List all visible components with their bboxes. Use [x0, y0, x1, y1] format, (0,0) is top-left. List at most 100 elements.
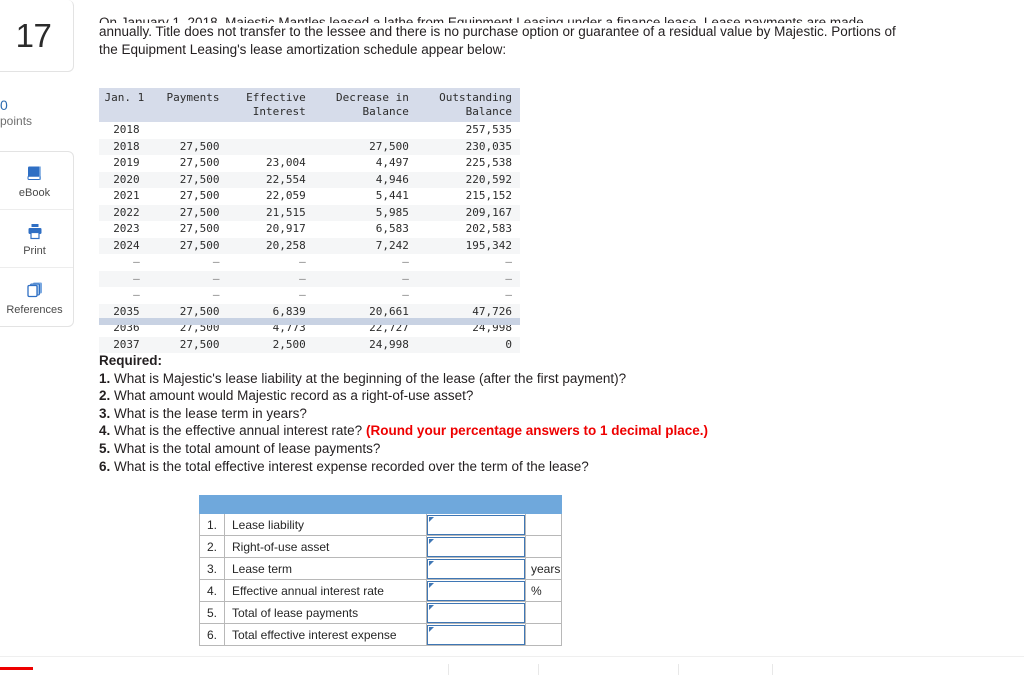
lease-liability-input[interactable] [427, 515, 525, 535]
cell-jan1: 2020 [99, 171, 150, 188]
required-item-6-number: 6. [99, 458, 111, 474]
effective-annual-interest-rate-input[interactable] [427, 581, 525, 601]
table-row: 2019 27,500 23,004 4,497 225,538 [99, 155, 520, 172]
progress-indicator [0, 667, 33, 670]
cell-decrease: 6,583 [375, 222, 409, 235]
answer-row-2-label: Right-of-use asset [224, 535, 427, 558]
cell-outstanding: 215,152 [465, 189, 512, 202]
cell-payments: — [212, 255, 220, 268]
bottom-toolbar [0, 656, 1024, 675]
required-item-5-text: What is the total amount of lease paymen… [114, 440, 381, 456]
cell-effective-interest: 20,917 [265, 222, 306, 235]
right-of-use-asset-input[interactable] [427, 537, 525, 557]
cell-payments: 27,500 [149, 171, 228, 188]
cell-decrease: — [402, 288, 409, 301]
rounding-note: (Round your percentage answers to 1 deci… [365, 423, 709, 439]
toolbar-divider [772, 664, 773, 675]
table-row: 2022 27,500 21,515 5,985 209,167 [99, 204, 520, 221]
copy-pages-icon [25, 279, 45, 301]
stem-line-2: annually. Title does not transfer to the… [99, 24, 896, 39]
ebook-button[interactable]: eBook [0, 152, 73, 210]
required-item-6: 6. What is the total effective interest … [99, 458, 879, 476]
required-item-2: 2. What amount would Majestic record as … [99, 387, 879, 405]
question-sidebar: 17 0 points eBook Print References [0, 0, 74, 327]
cell-jan1: — [133, 255, 140, 268]
table-row: 2024 27,500 20,258 7,242 195,342 [99, 237, 520, 254]
cell-decrease: 4,497 [375, 156, 409, 169]
cell-jan1: 2021 [113, 189, 140, 202]
toolbar-divider [678, 664, 679, 675]
table-row: 4. Effective annual interest rate % [199, 579, 562, 602]
required-item-2-text: What amount would Majestic record as a r… [114, 388, 474, 404]
schedule-col-outstanding-balance: Outstanding Balance [416, 88, 520, 122]
schedule-col-decrease-in-balance: Decrease in Balance [313, 88, 417, 122]
cell-jan1: — [99, 270, 150, 287]
answer-row-1-number: 1. [199, 513, 225, 536]
cell-jan1: 2018 [99, 138, 150, 155]
total-effective-interest-expense-input[interactable] [427, 625, 525, 645]
answer-row-6-number: 6. [199, 623, 225, 646]
print-label: Print [23, 245, 46, 257]
cell-effective-interest [227, 138, 314, 155]
cell-outstanding: 195,342 [416, 237, 520, 254]
table-row: — — — — — [99, 287, 520, 304]
cell-payments: 27,500 [179, 156, 220, 169]
table-row: — — — — — [99, 254, 520, 271]
schedule-col-payments: Payments [149, 88, 228, 122]
required-item-1-number: 1. [99, 370, 111, 386]
cell-outstanding: 230,035 [416, 138, 520, 155]
cell-jan1: 2022 [99, 204, 150, 221]
answer-row-6-value-cell[interactable] [426, 623, 526, 646]
cell-decrease: 27,500 [313, 138, 417, 155]
cell-outstanding: — [505, 255, 512, 268]
cell-effective-interest: — [299, 255, 306, 268]
print-button[interactable]: Print [0, 210, 73, 268]
required-item-1-text: What is Majestic's lease liability at th… [114, 370, 627, 386]
required-item-5: 5. What is the total amount of lease pay… [99, 440, 879, 458]
cell-outstanding: — [416, 270, 520, 287]
cell-decrease: 24,998 [313, 336, 417, 353]
answer-row-4-value-cell[interactable] [426, 579, 526, 602]
required-item-2-number: 2. [99, 388, 111, 404]
cell-outstanding: 202,583 [465, 222, 512, 235]
answer-header-unit [525, 495, 562, 514]
amortization-schedule-table: Jan. 1 Payments Effective Interest Decre… [99, 88, 520, 353]
required-item-5-number: 5. [99, 440, 111, 456]
total-of-lease-payments-input[interactable] [427, 603, 525, 623]
required-section: Required: 1. What is Majestic's lease li… [99, 352, 879, 475]
cell-decrease: 5,441 [375, 189, 409, 202]
answer-row-3-value-cell[interactable] [426, 557, 526, 580]
cell-effective-interest: — [227, 270, 314, 287]
cell-payments: 27,500 [149, 237, 228, 254]
cell-decrease [314, 122, 417, 139]
lease-term-input[interactable] [427, 559, 525, 579]
cell-jan1: — [133, 288, 140, 301]
references-label: References [6, 303, 63, 316]
cell-decrease: 4,946 [313, 171, 417, 188]
cell-effective-interest: 22,059 [265, 189, 306, 202]
answer-row-2-unit [525, 535, 562, 558]
references-button[interactable]: References [0, 268, 73, 326]
schedule-col-effective-interest: Effective Interest [227, 88, 314, 122]
answer-table-header [199, 495, 562, 514]
schedule-col-jan1: Jan. 1 [99, 88, 150, 122]
cell-payments: 27,500 [179, 189, 220, 202]
table-row: 2020 27,500 22,554 4,946 220,592 [99, 171, 520, 188]
required-item-4-number: 4. [99, 423, 111, 439]
answer-row-4-unit: % [525, 579, 562, 602]
cell-payments: 27,500 [149, 336, 228, 353]
answer-row-1-value-cell[interactable] [426, 513, 526, 536]
answer-row-5-value-cell[interactable] [426, 601, 526, 624]
answer-row-2-value-cell[interactable] [426, 535, 526, 558]
toolbar-divider [538, 664, 539, 675]
table-row: 6. Total effective interest expense [199, 623, 562, 646]
answer-row-3-unit: years [525, 557, 562, 580]
required-item-6-text: What is the total effective interest exp… [114, 458, 589, 474]
printer-icon [25, 220, 45, 242]
toolbar-divider [448, 664, 449, 675]
cell-payments: 27,500 [179, 222, 220, 235]
answer-row-3-label: Lease term [224, 557, 427, 580]
required-item-3-number: 3. [99, 405, 111, 421]
schedule-footer-bar [99, 318, 520, 325]
answer-row-5-unit [525, 601, 562, 624]
